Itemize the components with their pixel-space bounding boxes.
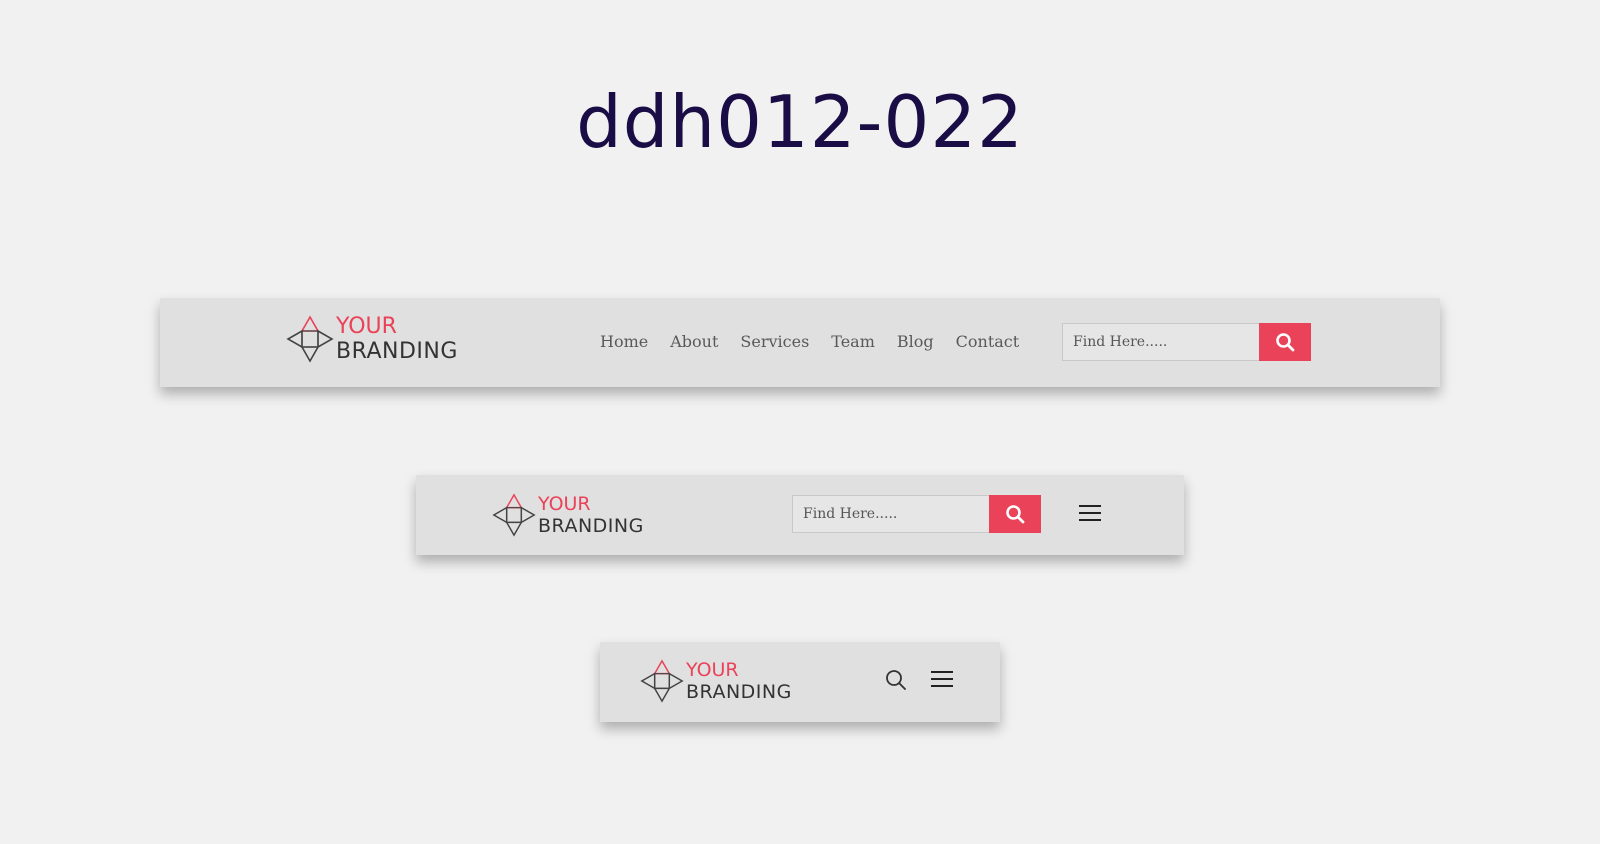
search-form — [792, 495, 1041, 533]
nav-link-contact[interactable]: Contact — [956, 332, 1020, 351]
search-button[interactable] — [989, 495, 1041, 533]
logo-text-branding: BRANDING — [538, 514, 644, 537]
page-title: ddh012-022 — [576, 80, 1024, 164]
brand-logo[interactable]: YOUR BRANDING — [640, 658, 792, 704]
main-nav: Home About Services Team Blog Contact — [600, 332, 1041, 351]
nav-link-home[interactable]: Home — [600, 332, 648, 351]
search-icon — [1276, 333, 1295, 352]
brand-logo[interactable]: YOUR BRANDING — [286, 314, 458, 364]
logo-diamond-icon — [492, 493, 536, 537]
logo-text-branding: BRANDING — [336, 338, 458, 364]
logo-text-your: YOUR — [686, 658, 739, 681]
logo-diamond-icon — [286, 315, 334, 363]
brand-logo[interactable]: YOUR BRANDING — [492, 492, 644, 538]
search-icon[interactable] — [884, 668, 908, 696]
logo-diamond-icon — [640, 659, 684, 703]
header-desktop: YOUR BRANDING Home About Services Team B… — [160, 298, 1440, 387]
logo-text-branding: BRANDING — [686, 680, 792, 703]
header-tablet: YOUR BRANDING — [416, 475, 1184, 555]
search-button[interactable] — [1259, 323, 1311, 361]
logo-text-your: YOUR — [336, 313, 397, 339]
hamburger-menu-icon[interactable] — [1078, 503, 1102, 527]
nav-link-blog[interactable]: Blog — [897, 332, 934, 351]
search-input[interactable] — [792, 495, 989, 533]
nav-link-services[interactable]: Services — [740, 332, 809, 351]
search-form — [1062, 323, 1311, 361]
nav-link-team[interactable]: Team — [831, 332, 875, 351]
hamburger-menu-icon[interactable] — [930, 669, 954, 693]
logo-text-your: YOUR — [538, 492, 591, 515]
header-mobile: YOUR BRANDING — [600, 642, 1000, 722]
search-icon — [1006, 505, 1025, 524]
nav-link-about[interactable]: About — [670, 332, 718, 351]
search-input[interactable] — [1062, 323, 1259, 361]
